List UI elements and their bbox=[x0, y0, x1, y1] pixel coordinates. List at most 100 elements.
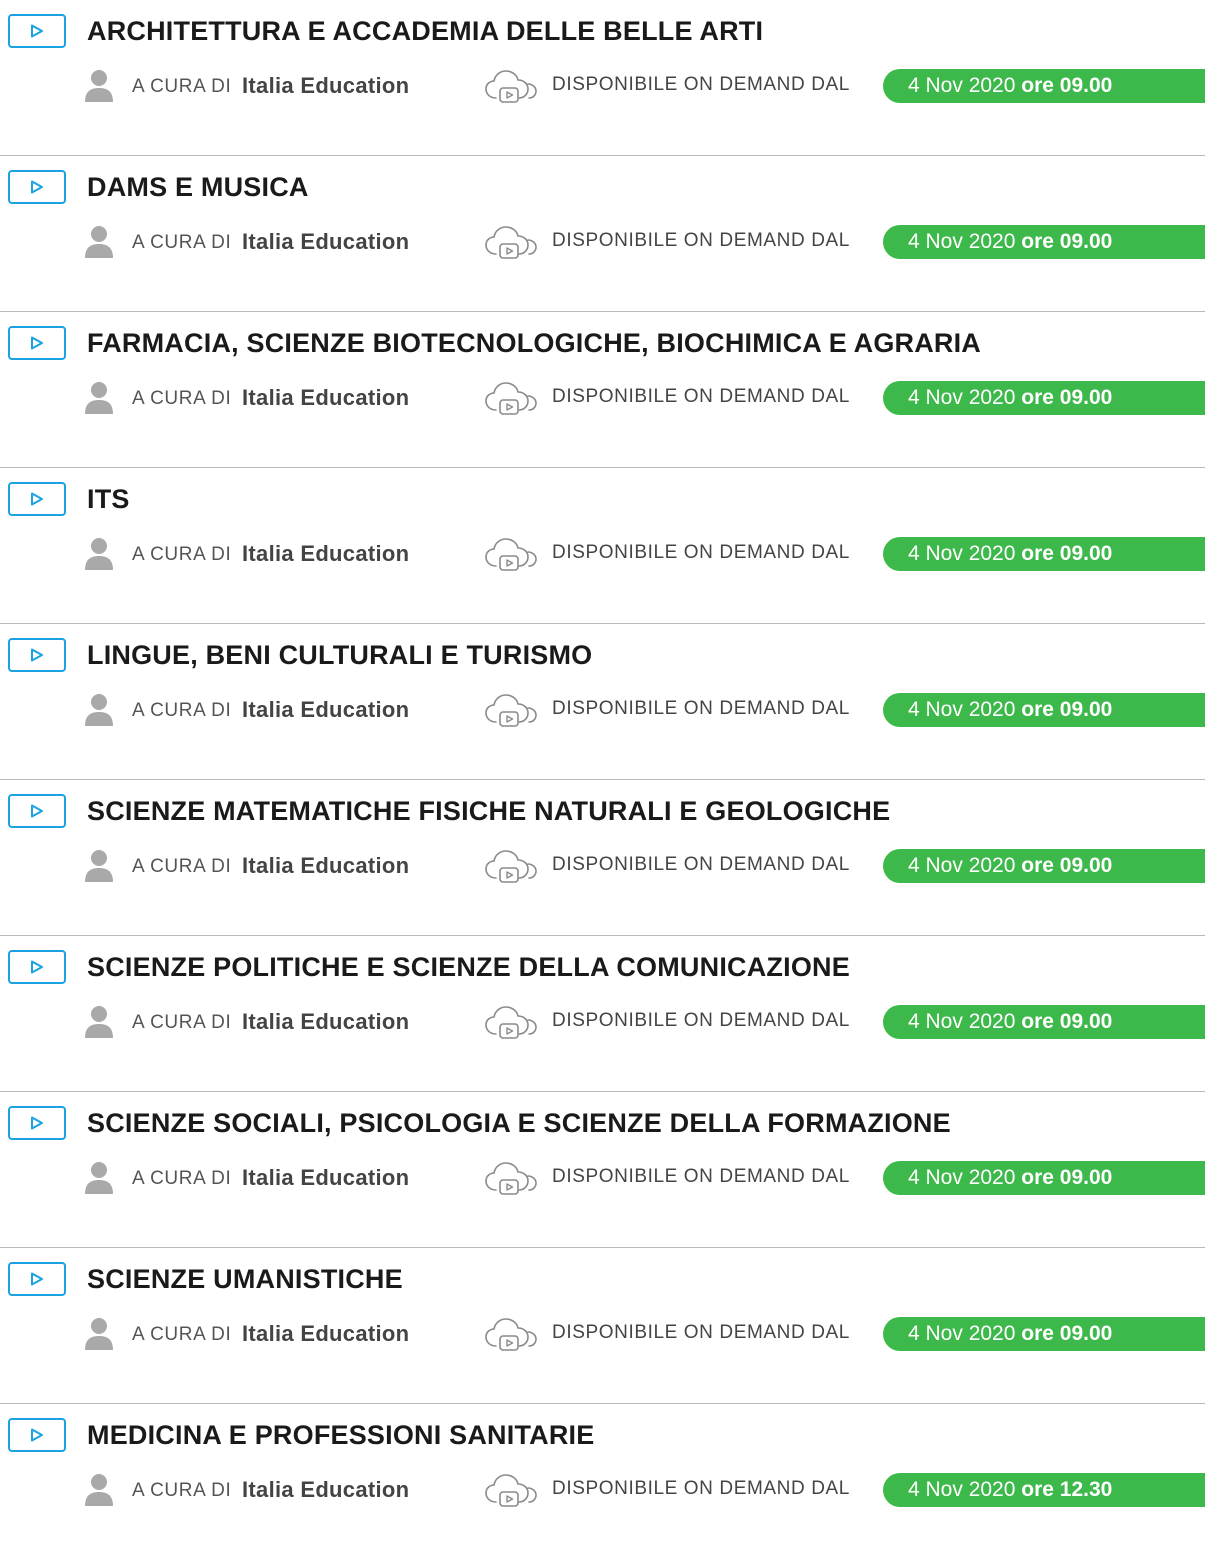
user-icon bbox=[85, 850, 113, 882]
event-title[interactable]: ARCHITETTURA E ACCADEMIA DELLE BELLE ART… bbox=[87, 14, 763, 48]
availability-date-badge: 4 Nov 2020 ore 09.00 bbox=[883, 225, 1205, 259]
event-title[interactable]: ITS bbox=[87, 482, 130, 516]
play-button[interactable] bbox=[8, 1262, 66, 1296]
play-triangle-icon bbox=[31, 648, 43, 662]
event-item: SCIENZE UMANISTICHE A CURA DI Italia Edu… bbox=[0, 1248, 1205, 1404]
event-meta: A CURA DI Italia Education DISPONIBILE O… bbox=[0, 380, 1205, 420]
event-list: ARCHITETTURA E ACCADEMIA DELLE BELLE ART… bbox=[0, 0, 1205, 1560]
play-button[interactable] bbox=[8, 638, 66, 672]
play-triangle-icon bbox=[31, 804, 43, 818]
event-meta: A CURA DI Italia Education DISPONIBILE O… bbox=[0, 536, 1205, 576]
on-demand-label: DISPONIBILE ON DEMAND DAL bbox=[552, 386, 850, 407]
curated-by-label: A CURA DI bbox=[132, 1012, 232, 1033]
curated-by-org: Italia Education bbox=[242, 385, 410, 410]
user-icon bbox=[85, 1162, 113, 1194]
event-title[interactable]: LINGUE, BENI CULTURALI E TURISMO bbox=[87, 638, 592, 672]
availability-date-badge: 4 Nov 2020 ore 09.00 bbox=[883, 693, 1205, 727]
event-meta: A CURA DI Italia Education DISPONIBILE O… bbox=[0, 1316, 1205, 1356]
event-meta: A CURA DI Italia Education DISPONIBILE O… bbox=[0, 692, 1205, 732]
on-demand-label: DISPONIBILE ON DEMAND DAL bbox=[552, 854, 850, 875]
event-title[interactable]: SCIENZE POLITICHE E SCIENZE DELLA COMUNI… bbox=[87, 950, 850, 984]
play-button[interactable] bbox=[8, 950, 66, 984]
curated-by-label: A CURA DI bbox=[132, 388, 232, 409]
curated-by-org: Italia Education bbox=[242, 853, 410, 878]
play-triangle-icon bbox=[31, 336, 43, 350]
cloud-play-icon bbox=[485, 850, 537, 883]
availability-time: ore 09.00 bbox=[1021, 698, 1113, 721]
availability-date: 4 Nov 2020 bbox=[908, 386, 1016, 409]
play-button[interactable] bbox=[8, 326, 66, 360]
curated-by-label: A CURA DI bbox=[132, 1480, 232, 1501]
play-triangle-icon bbox=[31, 24, 43, 38]
curated-by-label: A CURA DI bbox=[132, 1168, 232, 1189]
curated-by-org: Italia Education bbox=[242, 1009, 410, 1034]
availability-time: ore 09.00 bbox=[1021, 74, 1113, 97]
play-button[interactable] bbox=[8, 1106, 66, 1140]
event-meta: A CURA DI Italia Education DISPONIBILE O… bbox=[0, 1472, 1205, 1512]
user-icon bbox=[85, 1318, 113, 1350]
availability-date: 4 Nov 2020 bbox=[908, 1166, 1016, 1189]
availability-time: ore 09.00 bbox=[1021, 386, 1113, 409]
cloud-play-icon bbox=[485, 694, 537, 727]
availability-date-badge: 4 Nov 2020 ore 09.00 bbox=[883, 1005, 1205, 1039]
availability-date-badge: 4 Nov 2020 ore 09.00 bbox=[883, 849, 1205, 883]
event-meta: A CURA DI Italia Education DISPONIBILE O… bbox=[0, 224, 1205, 264]
curated-by-org: Italia Education bbox=[242, 229, 410, 254]
play-button[interactable] bbox=[8, 794, 66, 828]
user-icon bbox=[85, 382, 113, 414]
cloud-play-icon bbox=[485, 226, 537, 259]
curated-by-label: A CURA DI bbox=[132, 544, 232, 565]
play-triangle-icon bbox=[31, 180, 43, 194]
play-triangle-icon bbox=[31, 1116, 43, 1130]
play-triangle-icon bbox=[31, 1428, 43, 1442]
event-item: ARCHITETTURA E ACCADEMIA DELLE BELLE ART… bbox=[0, 0, 1205, 156]
event-item: SCIENZE POLITICHE E SCIENZE DELLA COMUNI… bbox=[0, 936, 1205, 1092]
event-item: ITS A CURA DI Italia Education DISPONIBI… bbox=[0, 468, 1205, 624]
availability-date-badge: 4 Nov 2020 ore 09.00 bbox=[883, 1317, 1205, 1351]
user-icon bbox=[85, 538, 113, 570]
availability-date: 4 Nov 2020 bbox=[908, 74, 1016, 97]
availability-date: 4 Nov 2020 bbox=[908, 698, 1016, 721]
cloud-play-icon bbox=[485, 1474, 537, 1507]
availability-date: 4 Nov 2020 bbox=[908, 854, 1016, 877]
user-icon bbox=[85, 694, 113, 726]
availability-date-badge: 4 Nov 2020 ore 09.00 bbox=[883, 381, 1205, 415]
curated-by-label: A CURA DI bbox=[132, 700, 232, 721]
event-title[interactable]: SCIENZE UMANISTICHE bbox=[87, 1262, 403, 1296]
availability-time: ore 12.30 bbox=[1021, 1478, 1113, 1501]
event-item: SCIENZE MATEMATICHE FISICHE NATURALI E G… bbox=[0, 780, 1205, 936]
availability-time: ore 09.00 bbox=[1021, 1166, 1113, 1189]
on-demand-label: DISPONIBILE ON DEMAND DAL bbox=[552, 1322, 850, 1343]
cloud-play-icon bbox=[485, 70, 537, 103]
curated-by-label: A CURA DI bbox=[132, 1324, 232, 1345]
on-demand-label: DISPONIBILE ON DEMAND DAL bbox=[552, 1166, 850, 1187]
curated-by-label: A CURA DI bbox=[132, 76, 232, 97]
on-demand-label: DISPONIBILE ON DEMAND DAL bbox=[552, 698, 850, 719]
event-title[interactable]: SCIENZE MATEMATICHE FISICHE NATURALI E G… bbox=[87, 794, 890, 828]
user-icon bbox=[85, 226, 113, 258]
availability-time: ore 09.00 bbox=[1021, 542, 1113, 565]
cloud-play-icon bbox=[485, 1006, 537, 1039]
play-button[interactable] bbox=[8, 170, 66, 204]
on-demand-label: DISPONIBILE ON DEMAND DAL bbox=[552, 542, 850, 563]
curated-by-org: Italia Education bbox=[242, 697, 410, 722]
availability-date-badge: 4 Nov 2020 ore 09.00 bbox=[883, 1161, 1205, 1195]
curated-by-org: Italia Education bbox=[242, 1321, 410, 1346]
availability-date: 4 Nov 2020 bbox=[908, 230, 1016, 253]
user-icon bbox=[85, 70, 113, 102]
event-title[interactable]: SCIENZE SOCIALI, PSICOLOGIA E SCIENZE DE… bbox=[87, 1106, 951, 1140]
user-icon bbox=[85, 1474, 113, 1506]
availability-time: ore 09.00 bbox=[1021, 1322, 1113, 1345]
availability-date: 4 Nov 2020 bbox=[908, 1010, 1016, 1033]
event-title[interactable]: MEDICINA E PROFESSIONI SANITARIE bbox=[87, 1418, 594, 1452]
availability-date: 4 Nov 2020 bbox=[908, 1478, 1016, 1501]
play-button[interactable] bbox=[8, 1418, 66, 1452]
play-button[interactable] bbox=[8, 14, 66, 48]
play-button[interactable] bbox=[8, 482, 66, 516]
event-title[interactable]: DAMS E MUSICA bbox=[87, 170, 309, 204]
availability-date: 4 Nov 2020 bbox=[908, 1322, 1016, 1345]
event-title[interactable]: FARMACIA, SCIENZE BIOTECNOLOGICHE, BIOCH… bbox=[87, 326, 981, 360]
event-meta: A CURA DI Italia Education DISPONIBILE O… bbox=[0, 1004, 1205, 1044]
availability-date-badge: 4 Nov 2020 ore 09.00 bbox=[883, 69, 1205, 103]
on-demand-label: DISPONIBILE ON DEMAND DAL bbox=[552, 1010, 850, 1031]
